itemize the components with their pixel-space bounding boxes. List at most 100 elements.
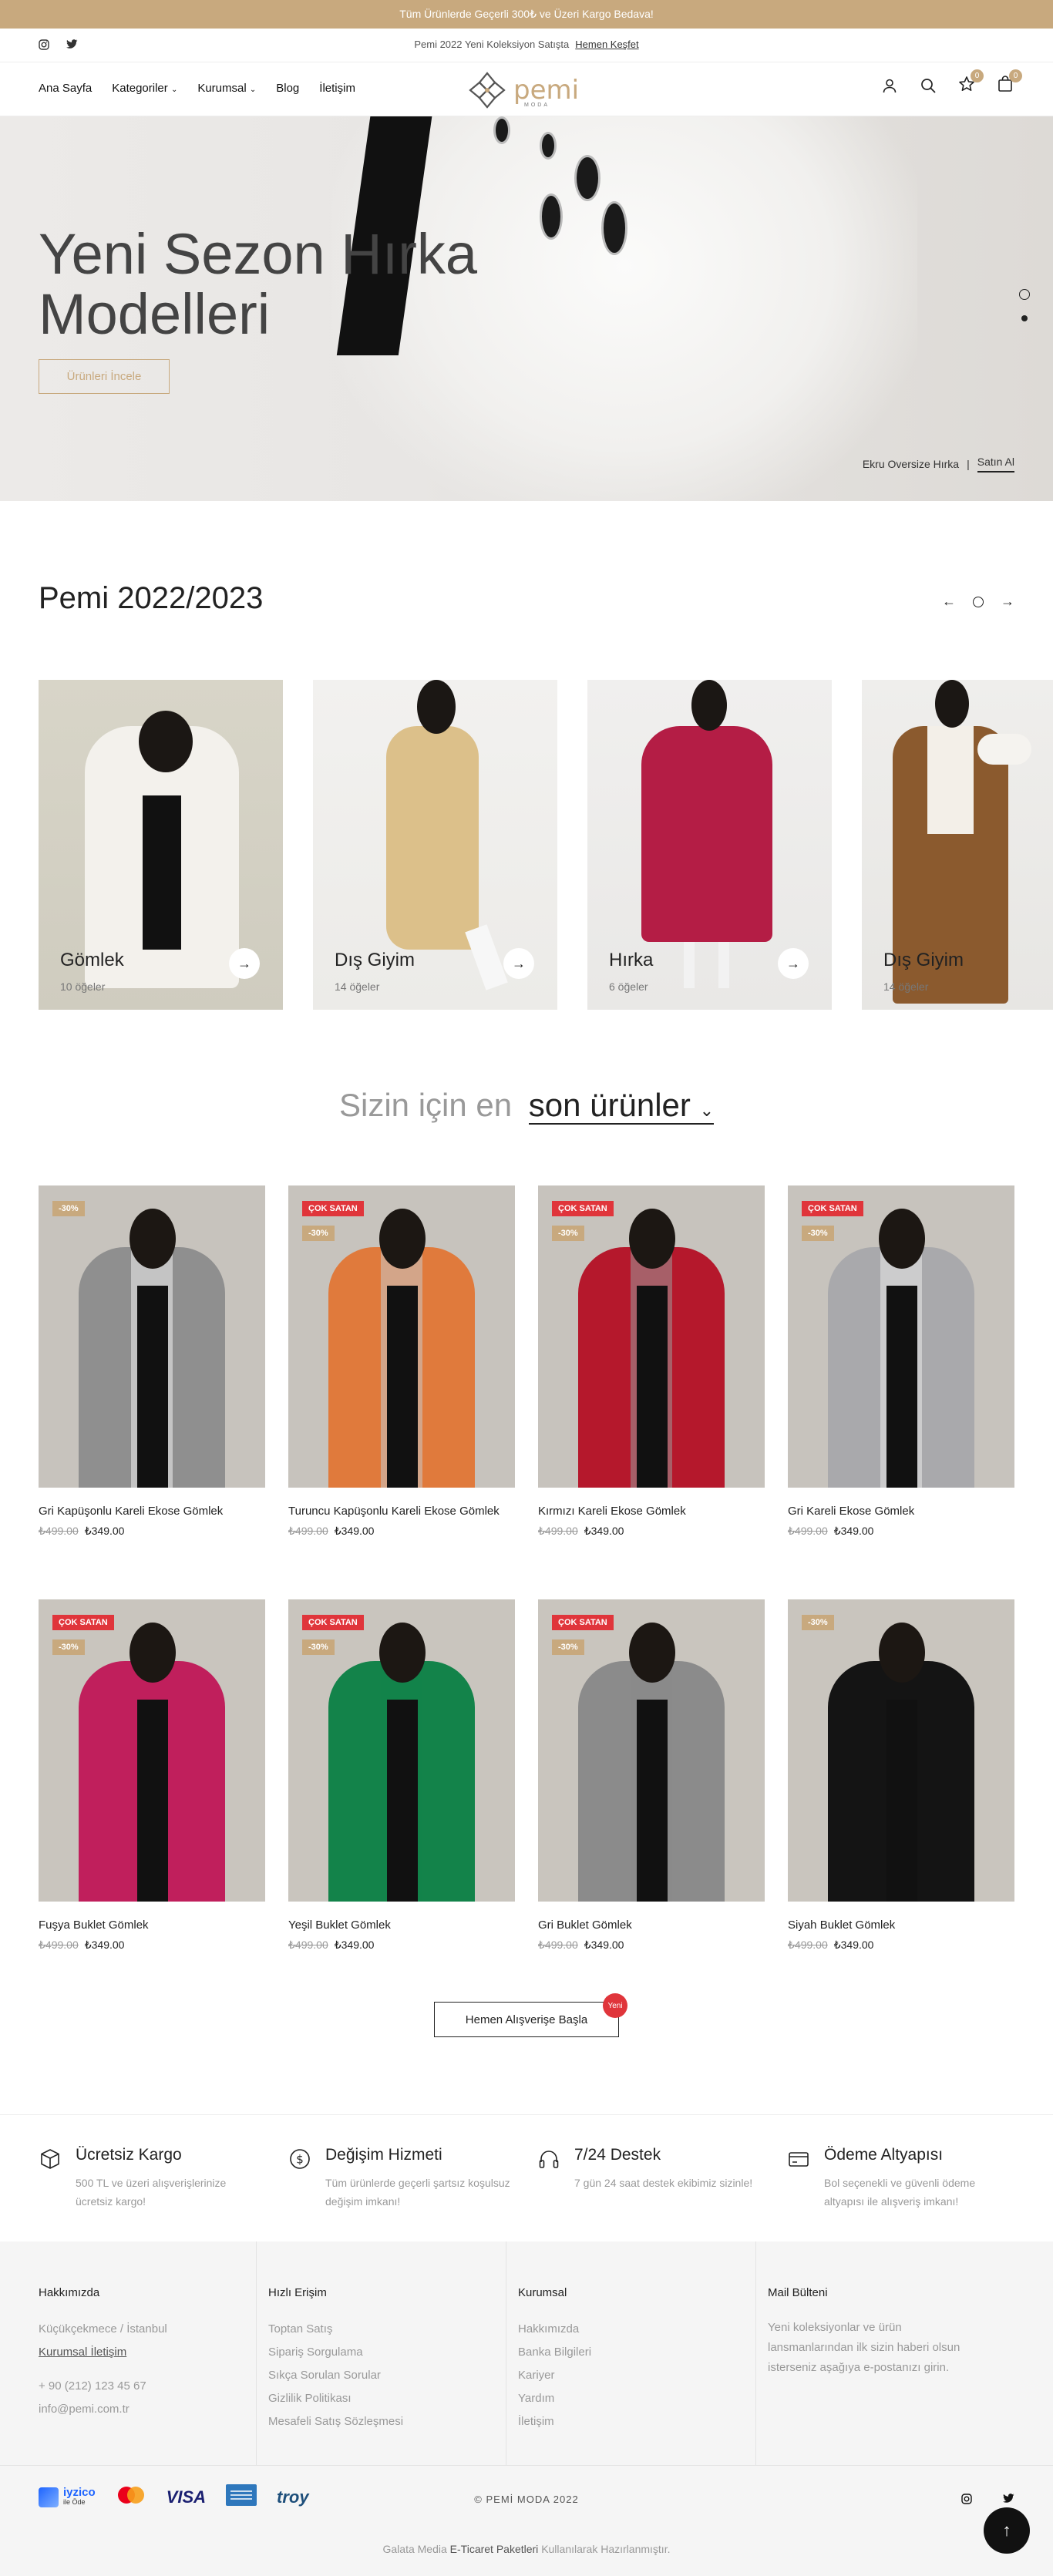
promo-text: Pemi 2022 Yeni Koleksiyon Satışta: [414, 39, 570, 50]
cart-button[interactable]: 0: [996, 69, 1022, 95]
best-seller-badge: ÇOK SATAN: [552, 1615, 614, 1630]
footer-link[interactable]: Kariyer: [518, 2364, 749, 2387]
product-image[interactable]: ÇOK SATAN -30%: [288, 1599, 515, 1902]
necklace-detail: [493, 116, 510, 144]
footer-link[interactable]: Banka Bilgileri: [518, 2341, 749, 2364]
site-logo[interactable]: pemi MODA: [466, 70, 589, 110]
feature-title: 7/24 Destek: [574, 2146, 661, 2164]
footer-corporate: Kurumsal Hakkımızda Banka Bilgileri Kari…: [518, 2241, 749, 2465]
footer-link[interactable]: Hakkımızda: [518, 2318, 749, 2341]
product-image[interactable]: ÇOK SATAN -30%: [39, 1599, 265, 1902]
discover-link[interactable]: Hemen Keşfet: [575, 39, 638, 50]
product-name[interactable]: Gri Buklet Gömlek: [538, 1917, 765, 1934]
category-card[interactable]: Gömlek 10 öğeler →: [39, 680, 283, 1010]
old-price: ₺499.00: [39, 1939, 79, 1951]
category-name: Dış Giyim: [335, 950, 415, 970]
credit-link[interactable]: E-Ticaret Paketleri: [450, 2543, 539, 2555]
feature-text: 500 TL ve üzeri alışverişlerinize ücrets…: [76, 2177, 227, 2208]
product-card[interactable]: ÇOK SATAN -30% Turuncu Kapüşonlu Kareli Ek…: [288, 1185, 515, 1538]
svg-text:$: $: [296, 2153, 304, 2167]
product-card[interactable]: ÇOK SATAN -30% Gri Kareli Ekose Gömlek ₺499…: [788, 1185, 1014, 1538]
email[interactable]: info@pemi.com.tr: [39, 2398, 254, 2421]
category-card[interactable]: Hırka 6 öğeler →: [587, 680, 832, 1010]
address: Küçükçekmece / İstanbul: [39, 2322, 167, 2336]
nav-item-categories[interactable]: Kategoriler ⌄: [112, 82, 177, 95]
footer-link[interactable]: İletişim: [518, 2410, 749, 2433]
product-image[interactable]: ÇOK SATAN -30%: [788, 1185, 1014, 1488]
old-price: ₺499.00: [538, 1525, 578, 1537]
category-card[interactable]: Dış Giyim 14 öğeler →: [313, 680, 557, 1010]
current-price: ₺349.00: [84, 1525, 125, 1537]
arrow-left-icon[interactable]: ←: [942, 594, 956, 610]
category-card[interactable]: Dış Giyim 14 öğeler: [862, 680, 1053, 1010]
start-shopping-button[interactable]: Hemen Alışverişe Başla Yeni: [434, 1993, 627, 2037]
current-price: ₺349.00: [833, 1939, 874, 1951]
wishlist-button[interactable]: 0: [957, 69, 984, 95]
product-name[interactable]: Gri Kapüşonlu Kareli Ekose Gömlek: [39, 1503, 265, 1520]
search-icon[interactable]: [919, 76, 937, 95]
product-image[interactable]: -30%: [39, 1185, 265, 1488]
carousel-dot[interactable]: [973, 596, 984, 607]
product-name[interactable]: Fuşya Buklet Gömlek: [39, 1917, 265, 1934]
product-image[interactable]: -30%: [788, 1599, 1014, 1902]
slider-dot[interactable]: [1021, 315, 1028, 321]
product-card[interactable]: ÇOK SATAN -30% Gri Buklet Gömlek ₺499.00 ₺34…: [538, 1599, 765, 1952]
product-card[interactable]: ÇOK SATAN -30% Kırmızı Kareli Ekose Gömlek…: [538, 1185, 765, 1538]
best-seller-badge: ÇOK SATAN: [302, 1201, 364, 1216]
hero-shop-button[interactable]: Ürünleri İncele: [39, 359, 170, 394]
footer: Hakkımızda Küçükçekmece / İstanbul Kurum…: [0, 2241, 1053, 2465]
product-card[interactable]: ÇOK SATAN -30% Yeşil Buklet Gömlek ₺499.00 ₺…: [288, 1599, 515, 1952]
category-name: Gömlek: [60, 950, 124, 970]
product-name[interactable]: Siyah Buklet Gömlek: [788, 1917, 1014, 1934]
footer-link[interactable]: Sipariş Sorgulama: [268, 2341, 500, 2364]
footer-link[interactable]: Sıkça Sorulan Sorular: [268, 2364, 500, 2387]
nav-item-contact[interactable]: İletişim: [319, 82, 355, 95]
product-filter-dropdown[interactable]: son ürünler ⌄: [528, 1087, 714, 1125]
product-card[interactable]: -30% Gri Kapüşonlu Kareli Ekose Gömlek ₺49…: [39, 1185, 265, 1538]
best-seller-badge: ÇOK SATAN: [552, 1201, 614, 1216]
promo-strip: Pemi 2022 Yeni Koleksiyon Satışta Hemen K…: [0, 39, 1053, 50]
arrow-right-icon[interactable]: →: [503, 948, 534, 979]
necklace-detail: [601, 201, 627, 255]
instagram-icon[interactable]: [961, 2494, 972, 2508]
arrow-right-icon[interactable]: →: [229, 948, 260, 979]
logo-wordmark: pemi: [513, 75, 580, 106]
product-image[interactable]: ÇOK SATAN -30%: [538, 1185, 765, 1488]
carousel-controls: ← →: [942, 594, 1014, 610]
account-icon[interactable]: [880, 76, 899, 95]
product-card[interactable]: ÇOK SATAN -30% Fuşya Buklet Gömlek ₺499.00 ₺…: [39, 1599, 265, 1952]
newsletter-text: Yeni koleksiyonlar ve ürün lansmanlarınd…: [768, 2321, 960, 2374]
arrow-right-icon[interactable]: →: [1001, 594, 1014, 610]
footer-social: [961, 2494, 1014, 2508]
category-count: 6 öğeler: [609, 980, 648, 993]
arrow-right-icon[interactable]: →: [778, 948, 809, 979]
product-card[interactable]: -30% Siyah Buklet Gömlek ₺499.00 ₺349.00: [788, 1599, 1014, 1952]
footer-link[interactable]: Mesafeli Satış Sözleşmesi: [268, 2410, 500, 2433]
best-seller-badge: ÇOK SATAN: [52, 1615, 114, 1630]
discount-badge: -30%: [302, 1226, 335, 1241]
product-image[interactable]: ÇOK SATAN -30%: [288, 1185, 515, 1488]
footer-link[interactable]: Gizlilik Politikası: [268, 2387, 500, 2410]
contact-link[interactable]: Kurumsal İletişim: [39, 2346, 126, 2359]
product-name[interactable]: Turuncu Kapüşonlu Kareli Ekose Gömlek: [288, 1503, 515, 1520]
phone[interactable]: + 90 (212) 123 45 67: [39, 2375, 254, 2398]
product-name[interactable]: Yeşil Buklet Gömlek: [288, 1917, 515, 1934]
footer-link[interactable]: Yardım: [518, 2387, 749, 2410]
hero-title: Yeni Sezon Hırka Modelleri: [39, 222, 478, 346]
footer-link[interactable]: Toptan Satış: [268, 2318, 500, 2341]
nav-item-corporate[interactable]: Kurumsal ⌄: [197, 82, 256, 95]
product-name[interactable]: Kırmızı Kareli Ekose Gömlek: [538, 1503, 765, 1520]
filter-label: son ürünler: [528, 1087, 691, 1123]
nav-item-home[interactable]: Ana Sayfa: [39, 82, 92, 95]
product-image[interactable]: ÇOK SATAN -30%: [538, 1599, 765, 1902]
slider-dot[interactable]: [1019, 289, 1030, 300]
product-price: ₺499.00 ₺349.00: [538, 1939, 765, 1952]
hero-buy-link[interactable]: Satın Al: [977, 456, 1014, 472]
nav-item-blog[interactable]: Blog: [276, 82, 299, 95]
scroll-to-top-button[interactable]: ↑: [984, 2507, 1030, 2554]
discount-badge: -30%: [52, 1639, 85, 1655]
twitter-icon[interactable]: [1003, 2494, 1014, 2508]
discount-badge: -30%: [52, 1201, 85, 1216]
product-name[interactable]: Gri Kareli Ekose Gömlek: [788, 1503, 1014, 1520]
product-price: ₺499.00 ₺349.00: [288, 1525, 515, 1538]
